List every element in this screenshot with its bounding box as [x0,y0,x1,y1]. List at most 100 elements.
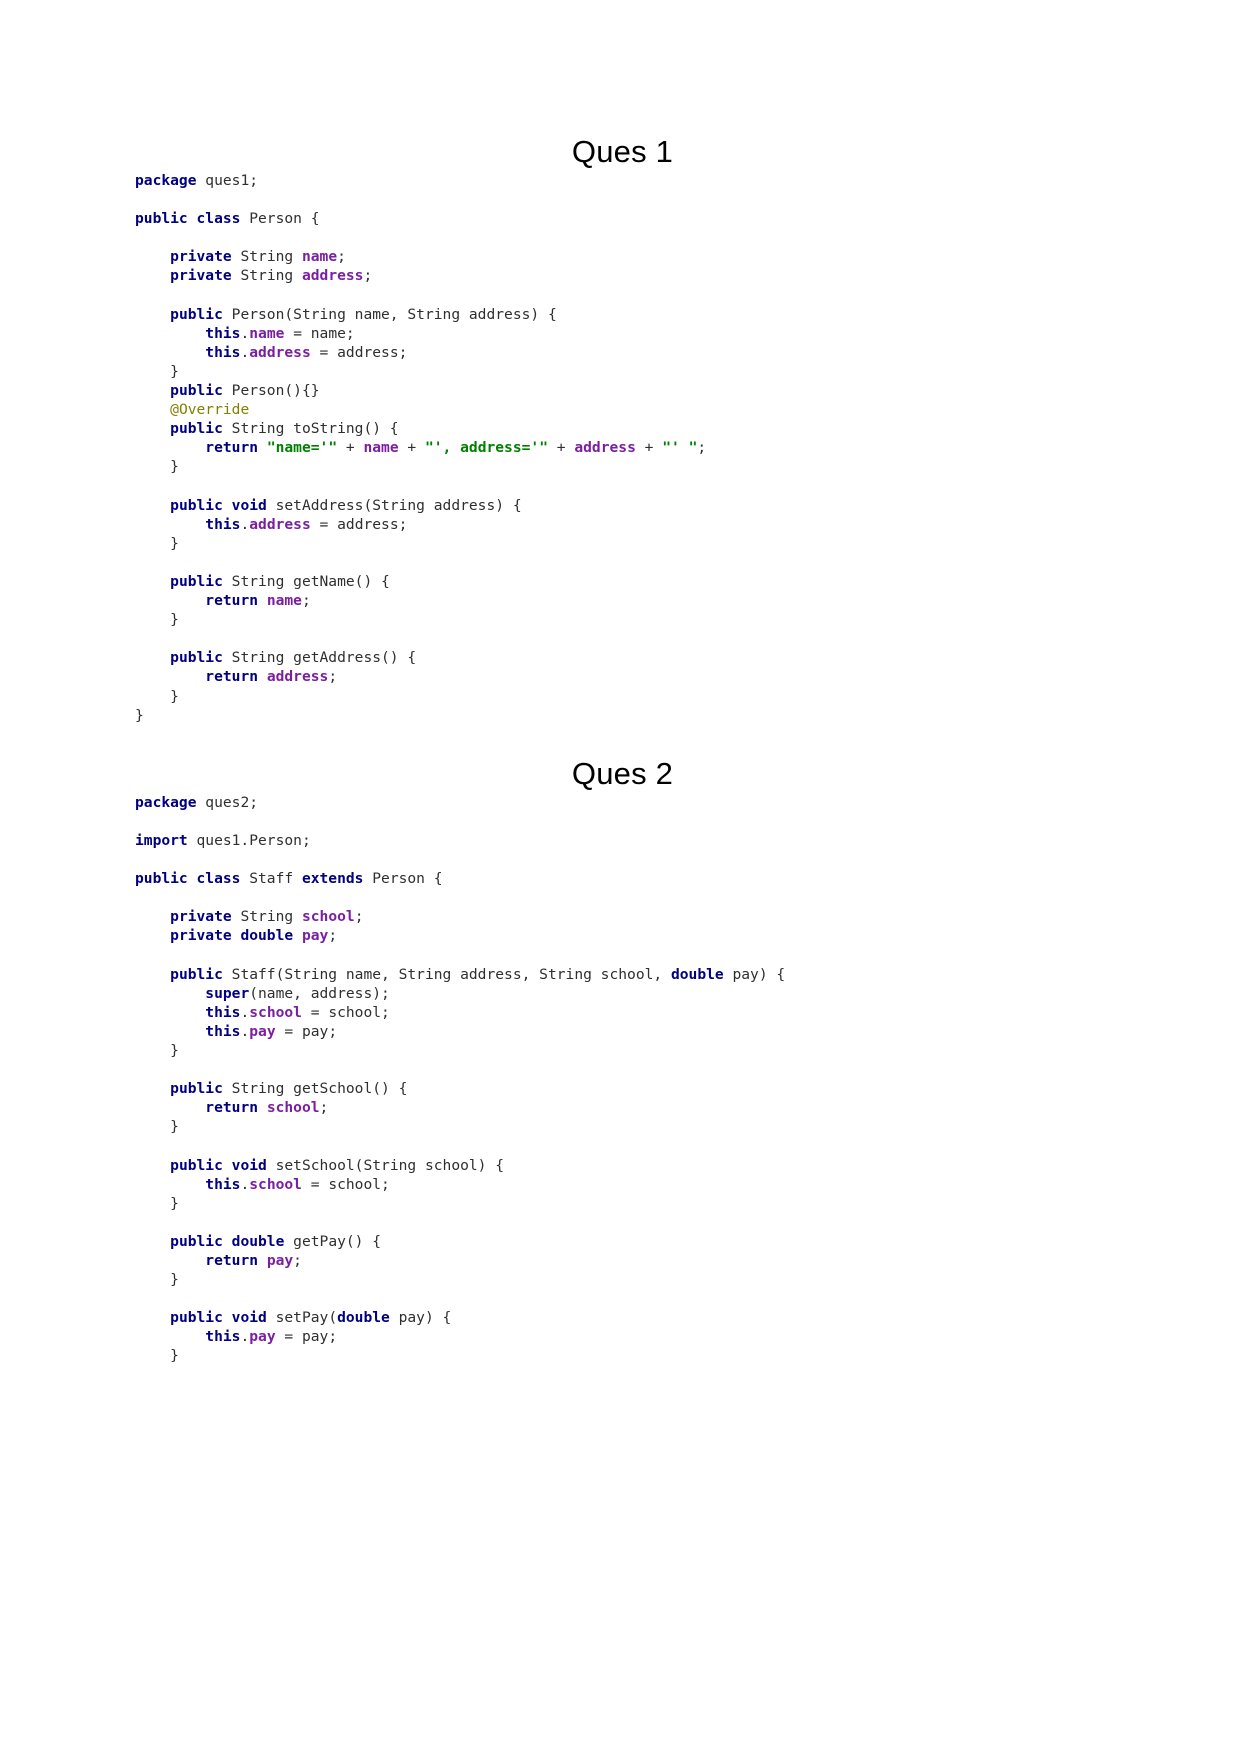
code-token: ; [354,908,364,926]
code-token: public [170,572,223,590]
code-token: this [205,1003,241,1021]
code-token: } [135,1271,179,1289]
code-token: Person(String name, String address) { [222,305,557,323]
page-title-ques-1: Ques 1 [571,134,674,169]
code-token: Person { [240,210,320,228]
code-token: } [135,1347,179,1365]
code-token: public [170,1080,223,1098]
code-token: . [240,1175,250,1193]
code-token: . [240,343,250,361]
code-token: return [205,1251,259,1269]
code-token: } [135,458,179,476]
code-token: setPay( [266,1309,338,1327]
code-token: + [398,439,425,457]
document-content: Ques 1 package ques1; public class Perso… [135,0,1110,1366]
code-token: public void [170,1156,267,1174]
code-token: String getName() { [222,572,390,590]
code-token: ; [328,668,338,686]
code-token: public class [135,210,241,228]
code-token: ; [363,267,373,285]
code-token: name [266,592,302,610]
code-token: ; [697,439,707,457]
code-token: ; [293,1251,302,1269]
code-token: private [170,908,232,926]
code-token: public void [170,496,267,514]
page-title-ques-2: Ques 2 [571,755,674,791]
code-token: (name, address); [249,984,390,1002]
code-token: public [170,965,223,983]
code-token: ; [337,248,346,266]
code-token: String getSchool() { [222,1080,408,1098]
code-token: = school; [301,1175,390,1193]
code-token: super [205,984,250,1002]
code-token: ; [319,1099,329,1117]
code-token: "' " [662,439,698,457]
code-token: } [135,362,179,380]
code-token: String [231,908,302,926]
code-token: . [240,515,250,533]
code-token: public [170,382,223,400]
code-token: pay [301,927,329,945]
code-token: return [205,592,259,610]
code-token: String [231,248,302,266]
code-token: String toString() { [222,420,399,438]
code-token: this [205,1328,241,1346]
code-token: public void [170,1309,267,1327]
code-token: name [249,324,285,342]
code-token: private double [170,927,294,945]
code-token: "', address='" [424,439,548,457]
code-token: Staff [240,870,302,888]
code-token: double [670,965,724,983]
code-token: return [205,668,259,686]
code-token: + [635,439,663,457]
code-token: "name='" [266,439,338,457]
code-token: } [135,1118,179,1136]
code-token: school [301,908,355,926]
code-token: @Override [170,401,250,419]
code-token: name [363,439,399,457]
code-token: name [301,248,338,266]
code-token: private [170,248,232,266]
code-token: public [170,649,223,667]
code-token: this [205,324,241,342]
code-token: . [240,324,250,342]
code-token: this [205,1022,241,1040]
code-token: import [135,831,188,849]
code-token: ; [301,592,311,610]
code-token: pay [249,1022,276,1040]
code-token: . [240,1328,250,1346]
code-token: address [249,343,311,361]
code-token: = school; [301,1003,390,1021]
code-token: package [135,793,197,811]
code-token: } [135,534,179,552]
code-token: } [135,1194,179,1212]
code-token: pay) { [389,1309,452,1327]
code-token: extends [301,870,364,888]
code-token: public [170,305,223,323]
code-token: + [337,439,364,457]
code-token: pay [266,1251,294,1269]
code-token: address [249,515,311,533]
code-token: public double [170,1232,285,1250]
